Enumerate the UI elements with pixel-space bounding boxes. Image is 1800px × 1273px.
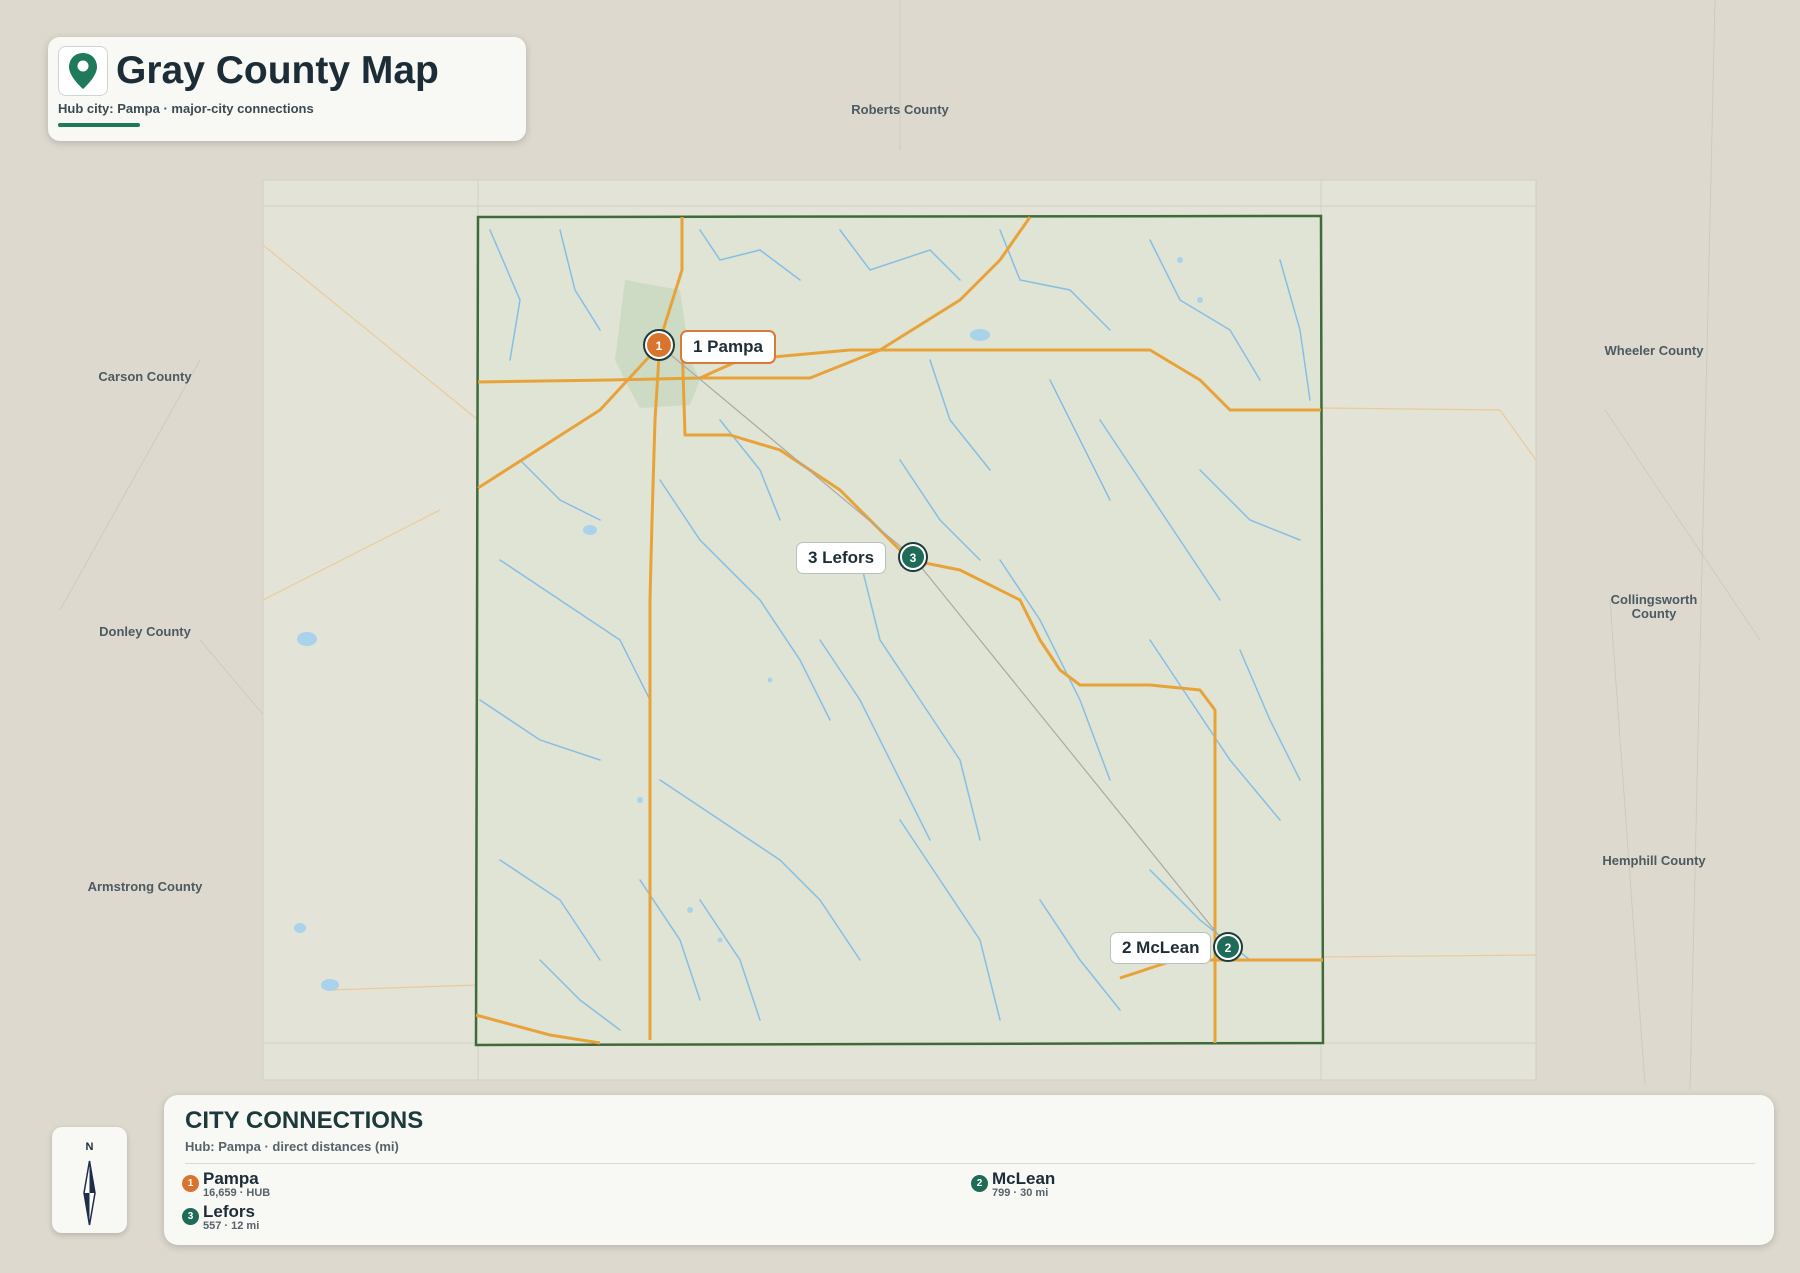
city-marker-lefors: 3: [898, 542, 928, 572]
connection-name: McLean: [992, 1169, 1056, 1188]
city-label-mclean[interactable]: 2 McLean: [1110, 932, 1212, 964]
map-canvas[interactable]: 1 3 2: [0, 0, 1800, 1273]
county-label-armstrong: Armstrong County: [87, 879, 203, 894]
county-label-hemphill: Hemphill County: [1602, 853, 1706, 868]
connection-name: Pampa: [203, 1169, 259, 1188]
title-accent-rule: [58, 123, 140, 127]
rank-badge: 3: [182, 1208, 199, 1225]
county-label-wheeler: Wheeler County: [1604, 343, 1704, 358]
county-label-donley: Donley County: [99, 624, 191, 639]
marker-rank-lefors: 3: [910, 551, 917, 565]
panel-title: CITY CONNECTIONS: [185, 1107, 424, 1134]
city-connections-panel: CITY CONNECTIONS Hub: Pampa · direct dis…: [164, 1095, 1774, 1245]
compass-needle-icon: [83, 1160, 96, 1226]
city-label-lefors[interactable]: 3 Lefors: [796, 542, 887, 574]
county-label-collingsworth: Collingsworth County: [1610, 592, 1698, 621]
connection-meta: 16,659 · HUB: [203, 1187, 271, 1199]
marker-rank-mclean: 2: [1225, 941, 1232, 955]
county-label-roberts: Roberts County: [851, 102, 949, 117]
map-pin-icon: [58, 46, 108, 96]
gray-county-boundary: [474, 214, 1325, 1047]
city-marker-mclean: 2: [1213, 932, 1243, 962]
connection-name: Lefors: [203, 1202, 255, 1221]
page-title: Gray County Map: [116, 49, 439, 92]
city-marker-pampa: 1: [643, 329, 675, 361]
city-label-pampa[interactable]: 1 Pampa: [680, 330, 776, 364]
compass: N: [52, 1127, 127, 1233]
page-subtitle: Hub city: Pampa · major-city connections: [58, 101, 314, 116]
rank-badge: 1: [182, 1175, 199, 1192]
compass-north-label: N: [85, 1141, 94, 1153]
marker-rank-pampa: 1: [656, 339, 663, 353]
title-card: Gray County Map Hub city: Pampa · major-…: [48, 37, 526, 141]
panel-divider: [185, 1163, 1755, 1164]
rank-badge: 2: [971, 1175, 988, 1192]
connection-meta: 557 · 12 mi: [203, 1220, 260, 1232]
panel-subtitle: Hub: Pampa · direct distances (mi): [185, 1139, 399, 1154]
connection-meta: 799 · 30 mi: [992, 1187, 1049, 1199]
county-label-carson: Carson County: [98, 369, 192, 384]
